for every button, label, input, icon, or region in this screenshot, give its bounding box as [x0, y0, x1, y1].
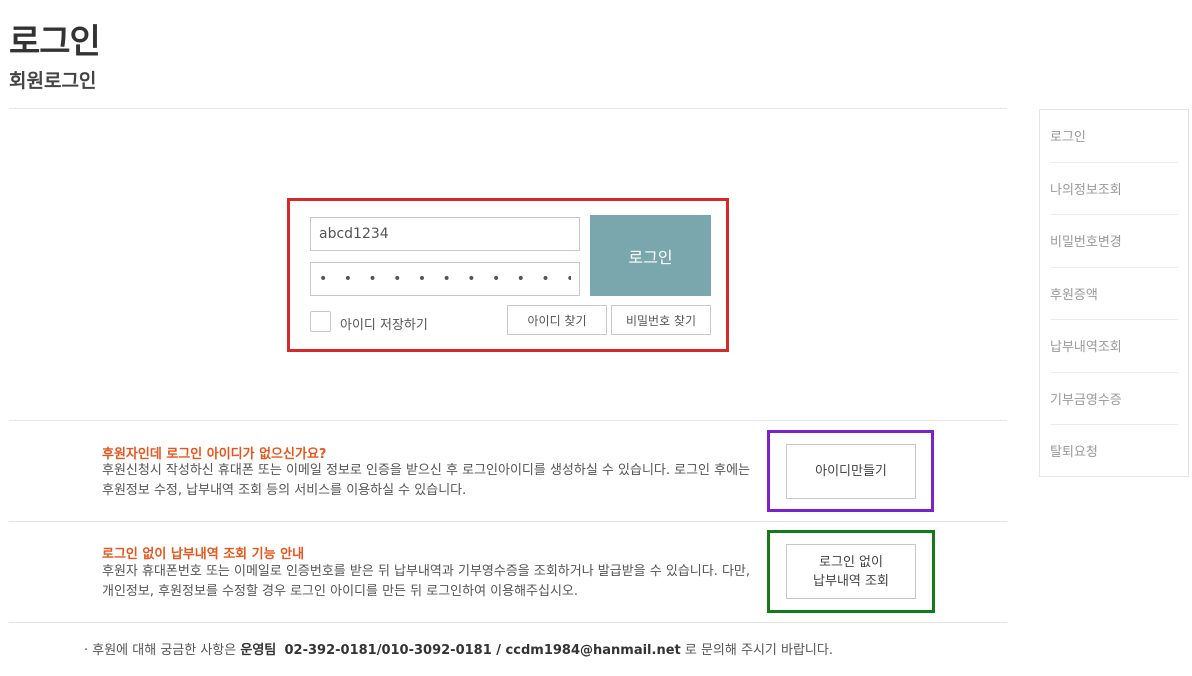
footer-team: 운영팀: [240, 643, 277, 658]
divider: [9, 521, 1007, 522]
guest-lookup-button[interactable]: 로그인 없이 납부내역 조회: [786, 544, 916, 599]
login-form: 로그인 아이디 저장하기 아이디 찾기 비밀번호 찾기: [287, 198, 729, 352]
id-input[interactable]: [310, 217, 580, 251]
sidebar-item-increase-donation[interactable]: 후원증액: [1050, 268, 1178, 320]
create-id-highlight: 아이디만들기: [767, 430, 934, 512]
page-subtitle: 회원로그인: [9, 70, 97, 92]
page-title: 로그인: [9, 22, 101, 62]
footer-prefix: · 후원에 대해 궁금한 사항은: [84, 643, 241, 658]
guest-lookup-highlight: 로그인 없이 납부내역 조회: [767, 530, 935, 613]
login-button[interactable]: 로그인: [590, 215, 711, 296]
info-title-create-id: 후원자인데 로그인 아이디가 없으신가요?: [102, 447, 327, 462]
create-id-button[interactable]: 아이디만들기: [786, 444, 916, 499]
info-text-create-id: 후원신청시 작성하신 휴대폰 또는 이메일 정보로 인증을 받으신 후 로그인아…: [102, 463, 751, 498]
sidebar-item-payment-history[interactable]: 납부내역조회: [1050, 320, 1178, 373]
remember-id-label: 아이디 저장하기: [340, 318, 428, 333]
footer-contact: · 후원에 대해 궁금한 사항은 운영팀 02-392-0181/010-309…: [84, 639, 833, 658]
sidebar-item-donation-receipt[interactable]: 기부금영수증: [1050, 373, 1178, 425]
info-text-guest-lookup: 후원자 휴대폰번호 또는 이메일로 인증번호를 받은 뒤 납부내역과 기부영수증…: [102, 564, 751, 599]
find-password-button[interactable]: 비밀번호 찾기: [611, 305, 711, 335]
sidebar-item-my-info[interactable]: 나의정보조회: [1050, 163, 1178, 215]
divider: [9, 622, 1007, 623]
remember-id-checkbox[interactable]: [310, 311, 331, 332]
sidebar-item-login[interactable]: 로그인: [1050, 110, 1178, 163]
footer-contact-info: 02-392-0181/010-3092-0181 / ccdm1984@han…: [284, 643, 681, 658]
divider: [9, 420, 1007, 421]
password-input[interactable]: [310, 262, 580, 296]
footer-suffix: 로 문의해 주시기 바랍니다.: [680, 643, 833, 658]
sidebar-item-withdraw[interactable]: 탈퇴요청: [1050, 425, 1178, 478]
find-id-button[interactable]: 아이디 찾기: [507, 305, 607, 335]
sidebar-menu: 로그인 나의정보조회 비밀번호변경 후원증액 납부내역조회 기부금영수증 탈퇴요…: [1039, 109, 1189, 477]
info-title-guest-lookup: 로그인 없이 납부내역 조회 기능 안내: [102, 547, 305, 562]
sidebar-item-change-password[interactable]: 비밀번호변경: [1050, 215, 1178, 268]
divider: [9, 108, 1007, 109]
